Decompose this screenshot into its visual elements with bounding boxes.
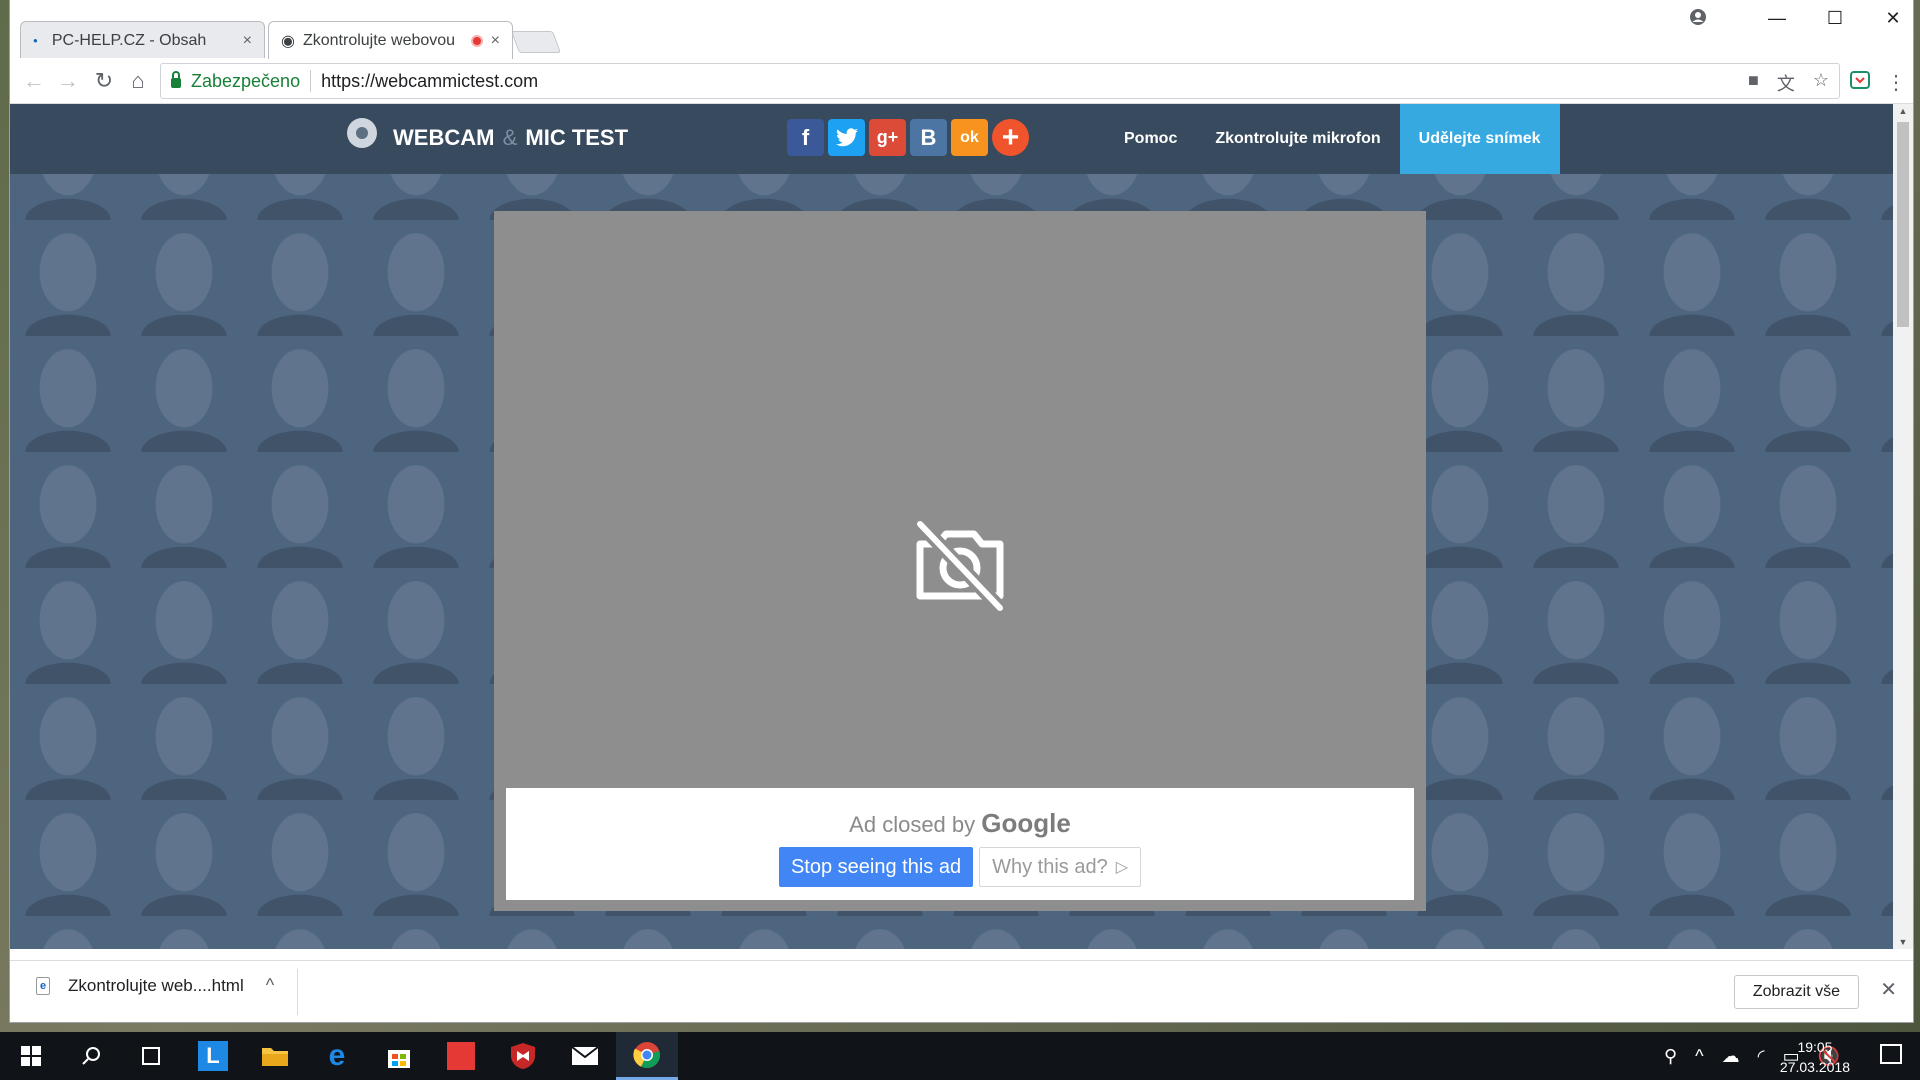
star-icon[interactable]: ☆ bbox=[1813, 70, 1829, 96]
edge-browser-icon[interactable]: e bbox=[306, 1032, 368, 1080]
home-button[interactable]: ⌂ bbox=[124, 68, 152, 94]
mcafee-icon[interactable] bbox=[492, 1032, 554, 1080]
search-icon[interactable] bbox=[60, 1032, 122, 1080]
download-item[interactable]: e Zkontrolujte web....html ^ bbox=[36, 975, 274, 996]
pocket-extension-icon[interactable] bbox=[1850, 70, 1870, 96]
maximize-button[interactable]: ☐ bbox=[1815, 8, 1855, 29]
clock-date: 27.03.2018 bbox=[1779, 1059, 1850, 1075]
chrome-icon[interactable] bbox=[616, 1032, 678, 1080]
url-text[interactable]: https://webcammictest.com bbox=[321, 71, 538, 92]
close-window-button[interactable]: ✕ bbox=[1873, 8, 1913, 29]
googleplus-icon[interactable]: g+ bbox=[869, 119, 906, 156]
tab-pc-help[interactable]: ● PC-HELP.CZ - Obsah × bbox=[20, 21, 265, 59]
menu-item-zkontrolujte-mikrofon[interactable]: Zkontrolujte mikrofon bbox=[1196, 104, 1399, 174]
onedrive-icon[interactable]: ☁ bbox=[1722, 1046, 1740, 1067]
menu-kebab-icon[interactable]: ⋮ bbox=[1886, 70, 1906, 95]
why-this-ad-button[interactable]: Why this ad? ▷ bbox=[979, 847, 1142, 887]
tab-title: Zkontrolujte webovou bbox=[302, 31, 456, 49]
recording-icon bbox=[470, 34, 483, 47]
translate-icon[interactable]: 文 bbox=[1777, 70, 1795, 96]
tab-close-icon[interactable]: × bbox=[491, 32, 500, 50]
why-this-ad-label: Why this ad? bbox=[992, 855, 1108, 878]
divider bbox=[297, 969, 298, 1015]
social-share-buttons: f g+ B ok + bbox=[787, 119, 1029, 156]
google-logo: Google bbox=[981, 808, 1071, 838]
task-view-icon[interactable] bbox=[120, 1032, 182, 1080]
forward-button[interactable]: → bbox=[54, 68, 82, 94]
facebook-icon[interactable]: f bbox=[787, 119, 824, 156]
menu-item-udelejte-snimek[interactable]: Udělejte snímek bbox=[1399, 104, 1560, 174]
tab-webcam-test[interactable]: ◉ Zkontrolujte webovou × bbox=[268, 21, 513, 59]
scroll-down-arrow-icon[interactable]: ▼ bbox=[1893, 937, 1913, 947]
logo-text-amp: & bbox=[502, 125, 518, 150]
wifi-icon[interactable]: ◜ bbox=[1758, 1046, 1765, 1067]
browser-toolbar: ← → ↻ ⌂ Zabezpečeno https://webcammictes… bbox=[10, 58, 1913, 104]
twitter-icon[interactable] bbox=[828, 119, 865, 156]
red-app-icon[interactable] bbox=[430, 1032, 492, 1080]
tab-close-icon[interactable]: × bbox=[243, 32, 252, 50]
taskbar-clock[interactable]: 19:05 27.03.2018 bbox=[1780, 1037, 1850, 1077]
chevron-up-icon[interactable]: ^ bbox=[1695, 1046, 1703, 1067]
page-scrollbar[interactable]: ▲ ▼ bbox=[1893, 104, 1913, 949]
site-navbar: WEBCAM & MIC TEST f g+ B ok + Pomoc Zkon… bbox=[10, 104, 1893, 174]
stop-seeing-ad-button[interactable]: Stop seeing this ad bbox=[778, 847, 974, 887]
scroll-up-arrow-icon[interactable]: ▲ bbox=[1893, 106, 1913, 116]
close-shelf-icon[interactable]: ✕ bbox=[1880, 977, 1897, 1002]
share-plus-icon[interactable]: + bbox=[992, 119, 1029, 156]
taskbar: L e ⚲ ^ ☁ ◜ ▭ 🔇 19:05 27.03.2018 bbox=[0, 1032, 1920, 1080]
windows-start-icon[interactable] bbox=[0, 1032, 62, 1080]
title-bar: ● PC-HELP.CZ - Obsah × ◉ Zkontrolujte we… bbox=[10, 0, 1913, 59]
download-filename: Zkontrolujte web....html bbox=[68, 975, 244, 995]
address-bar[interactable]: Zabezpečeno https://webcammictest.com ■ … bbox=[160, 63, 1840, 99]
chevron-up-icon[interactable]: ^ bbox=[266, 975, 274, 996]
site-logo[interactable]: WEBCAM & MIC TEST bbox=[345, 118, 628, 158]
ad-closed-text: Ad closed by bbox=[849, 812, 976, 837]
vk-icon[interactable]: B bbox=[910, 119, 947, 156]
ad-closed-box: Ad closed by Google Stop seeing this ad … bbox=[506, 788, 1414, 900]
camera-off-icon bbox=[912, 516, 1008, 613]
favicon-icon: ● bbox=[33, 36, 38, 45]
profile-icon[interactable] bbox=[1678, 8, 1718, 31]
tab-title: PC-HELP.CZ - Obsah bbox=[51, 31, 207, 49]
page-viewport: WEBCAM & MIC TEST f g+ B ok + Pomoc Zkon… bbox=[10, 104, 1893, 949]
camera-icon[interactable]: ■ bbox=[1748, 70, 1759, 96]
lenovo-app-icon[interactable]: L bbox=[182, 1032, 244, 1080]
people-icon[interactable]: ⚲ bbox=[1664, 1046, 1677, 1067]
browser-window: ● PC-HELP.CZ - Obsah × ◉ Zkontrolujte we… bbox=[10, 0, 1913, 1022]
html-file-icon: e bbox=[36, 976, 50, 995]
show-all-button[interactable]: Zobrazit vše bbox=[1733, 975, 1859, 1009]
download-shelf: e Zkontrolujte web....html ^ Zobrazit vš… bbox=[10, 960, 1913, 1022]
store-icon[interactable] bbox=[368, 1032, 430, 1080]
lock-icon bbox=[171, 71, 181, 88]
back-button[interactable]: ← bbox=[20, 68, 48, 94]
divider bbox=[310, 70, 312, 92]
menu-item-pomoc[interactable]: Pomoc bbox=[1105, 104, 1196, 174]
file-explorer-icon[interactable] bbox=[244, 1032, 306, 1080]
mail-icon[interactable] bbox=[554, 1032, 616, 1080]
odnoklassniki-icon[interactable]: ok bbox=[951, 119, 988, 156]
site-menu: Pomoc Zkontrolujte mikrofon Udělejte sní… bbox=[1105, 104, 1560, 174]
logo-text-mictest: MIC TEST bbox=[525, 125, 629, 150]
webcam-logo-icon bbox=[345, 118, 379, 158]
ad-frame: Ad closed by Google Stop seeing this ad … bbox=[494, 211, 1426, 911]
reload-button[interactable]: ↻ bbox=[90, 68, 118, 94]
minimize-button[interactable]: — bbox=[1757, 8, 1797, 29]
webcam-favicon-icon: ◉ bbox=[281, 32, 295, 50]
new-tab-button[interactable] bbox=[510, 31, 562, 53]
secure-label: Zabezpečeno bbox=[191, 70, 301, 91]
scroll-thumb[interactable] bbox=[1897, 122, 1909, 327]
action-center-icon[interactable] bbox=[1880, 1044, 1902, 1064]
logo-text-webcam: WEBCAM bbox=[393, 125, 495, 150]
adchoices-icon: ▷ bbox=[1115, 859, 1129, 876]
clock-time: 19:05 bbox=[1797, 1039, 1833, 1055]
